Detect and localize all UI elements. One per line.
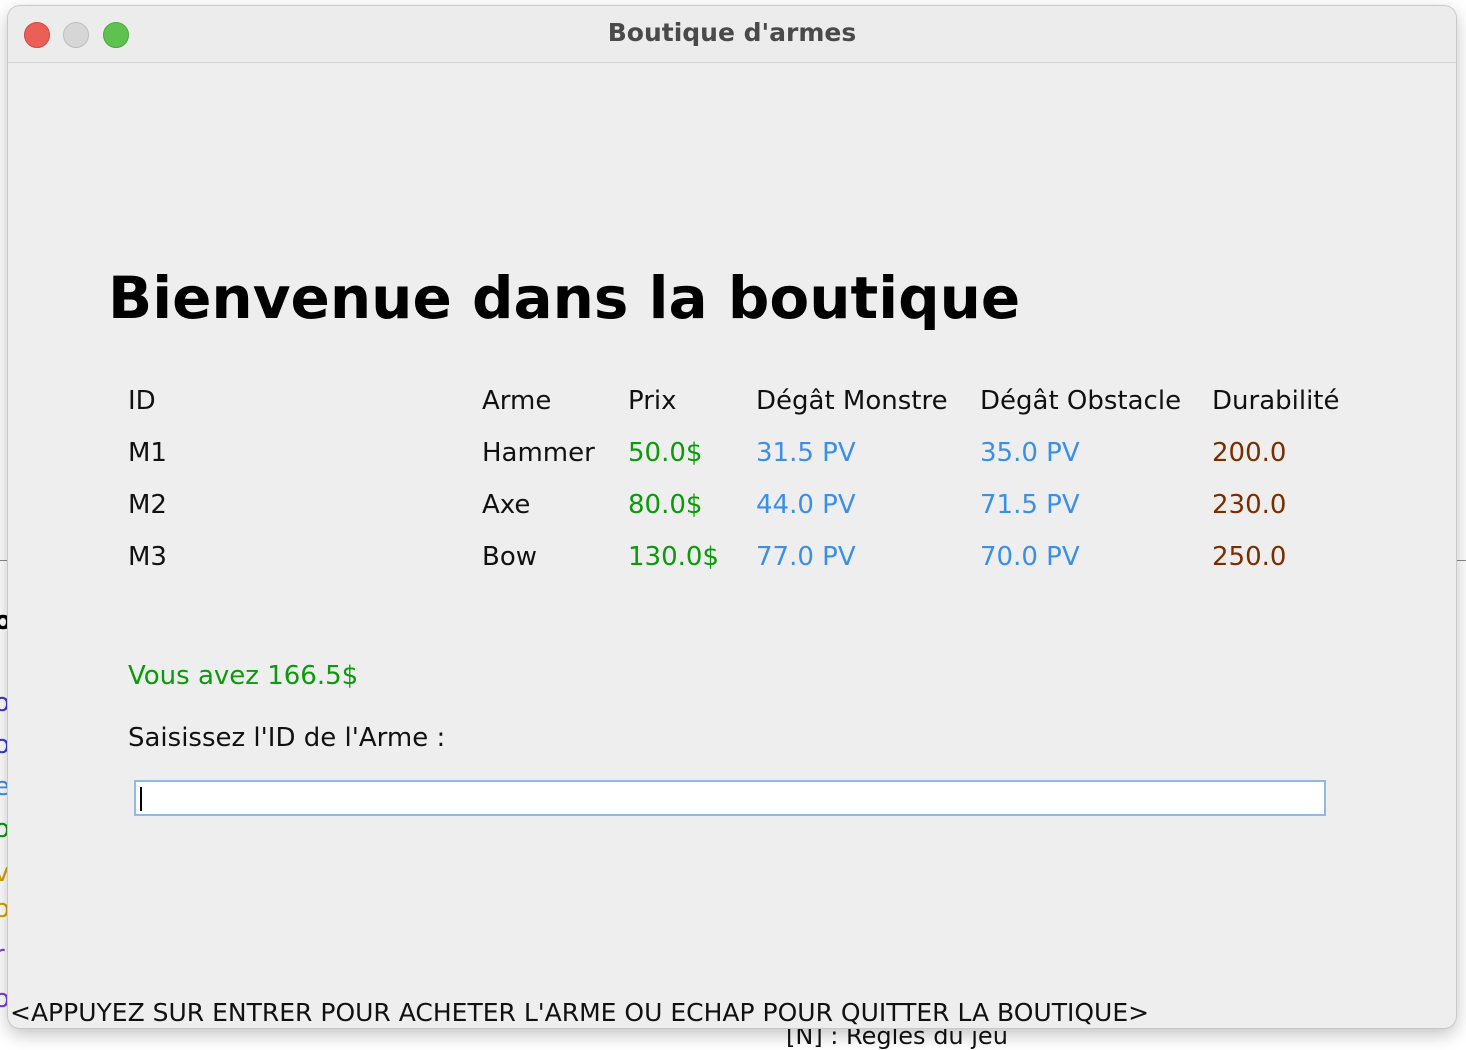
weapon-id-input[interactable]: [134, 780, 1326, 816]
column-header-monster-damage: Dégât Monstre: [756, 386, 948, 416]
column-header-durability: Durabilité: [1212, 386, 1340, 416]
column-header-id: ID: [128, 386, 156, 416]
weapon-obstacle-damage: 35.0 PV: [980, 438, 1080, 468]
text-caret: [140, 787, 142, 811]
column-header-obstacle-damage: Dégât Obstacle: [980, 386, 1182, 416]
column-header-weapon: Arme: [482, 386, 552, 416]
balance-text: Vous avez 166.5$: [128, 661, 359, 691]
weapon-monster-damage: 77.0 PV: [756, 542, 856, 572]
weapon-monster-damage: 44.0 PV: [756, 490, 856, 520]
shop-heading: Bienvenue dans la boutique: [108, 264, 1021, 332]
shop-window: Boutique d'armes Bienvenue dans la bouti…: [8, 6, 1456, 1028]
weapon-id: M2: [128, 490, 167, 520]
title-bar: Boutique d'armes: [8, 6, 1456, 63]
weapon-price: 130.0$: [628, 542, 719, 572]
weapon-name: Hammer: [482, 438, 595, 468]
weapon-monster-damage: 31.5 PV: [756, 438, 856, 468]
weapon-id: M1: [128, 438, 167, 468]
weapon-durability: 250.0: [1212, 542, 1287, 572]
column-header-price: Prix: [628, 386, 677, 416]
weapon-obstacle-damage: 70.0 PV: [980, 542, 1080, 572]
weapon-price: 50.0$: [628, 438, 703, 468]
weapon-durability: 200.0: [1212, 438, 1287, 468]
weapon-obstacle-damage: 71.5 PV: [980, 490, 1080, 520]
weapon-name: Axe: [482, 490, 531, 520]
background-text-fragment: r: [0, 940, 5, 970]
weapon-id-label: Saisissez l'ID de l'Arme :: [128, 723, 446, 753]
weapon-price: 80.0$: [628, 490, 703, 520]
instructions-text: <APPUYEZ SUR ENTRER POUR ACHETER L'ARME …: [10, 998, 1150, 1027]
weapon-name: Bow: [482, 542, 538, 572]
weapon-durability: 230.0: [1212, 490, 1287, 520]
weapon-id: M3: [128, 542, 167, 572]
window-title: Boutique d'armes: [607, 18, 857, 47]
